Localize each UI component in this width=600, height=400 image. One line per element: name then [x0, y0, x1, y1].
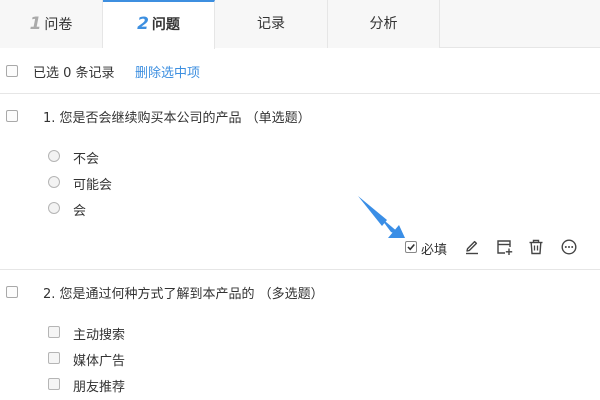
tab-number: 1	[29, 14, 42, 34]
tab-bar: 1 问卷 2 问题 记录 分析	[0, 0, 600, 49]
option-label: 主动搜索	[73, 328, 126, 343]
selection-bar: 已选 0 条记录 删除选中项	[0, 49, 600, 94]
radio-button[interactable]	[48, 176, 60, 188]
delete-selected-link[interactable]: 删除选中项	[135, 62, 200, 81]
tab-questionnaire[interactable]: 1 问卷	[0, 0, 103, 48]
tab-records[interactable]: 记录	[215, 0, 328, 48]
more-icon[interactable]	[560, 238, 578, 256]
question-card: 2. 您是通过何种方式了解到本产品的 （多选题） 主动搜索 媒体广告 朋友推荐	[0, 271, 600, 400]
tab-label: 问题	[151, 17, 180, 33]
question-select-checkbox[interactable]	[6, 286, 18, 298]
option-label: 不会	[73, 152, 100, 167]
tab-label: 记录	[257, 16, 285, 32]
select-all-checkbox[interactable]	[6, 65, 18, 77]
option-label: 媒体广告	[73, 354, 126, 369]
edit-icon[interactable]	[463, 238, 481, 256]
question-card: 1. 您是否会继续购买本公司的产品 （单选题） 不会 可能会 会 必填	[0, 95, 600, 270]
question-select-checkbox[interactable]	[6, 110, 18, 122]
radio-button[interactable]	[48, 202, 60, 214]
checkbox[interactable]	[48, 378, 60, 390]
checkbox[interactable]	[48, 326, 60, 338]
option-label: 朋友推荐	[73, 380, 126, 395]
option-label: 可能会	[73, 178, 113, 193]
question-title: 1. 您是否会继续购买本公司的产品 （单选题）	[43, 111, 311, 126]
radio-button[interactable]	[48, 150, 60, 162]
tab-questions[interactable]: 2 问题	[103, 0, 215, 49]
tab-label: 问卷	[44, 17, 73, 33]
callout-arrow-icon	[358, 196, 405, 238]
question-title: 2. 您是通过何种方式了解到本产品的 （多选题）	[43, 287, 324, 302]
tab-label: 分析	[369, 16, 398, 32]
selected-count-text: 已选 0 条记录	[33, 66, 115, 81]
add-card-icon[interactable]	[495, 238, 513, 256]
trash-icon[interactable]	[527, 238, 545, 256]
required-label: 必填	[421, 243, 448, 258]
tab-analysis[interactable]: 分析	[328, 0, 440, 48]
option-label: 会	[73, 204, 87, 219]
tab-number: 2	[137, 14, 149, 34]
checkbox[interactable]	[48, 352, 60, 364]
